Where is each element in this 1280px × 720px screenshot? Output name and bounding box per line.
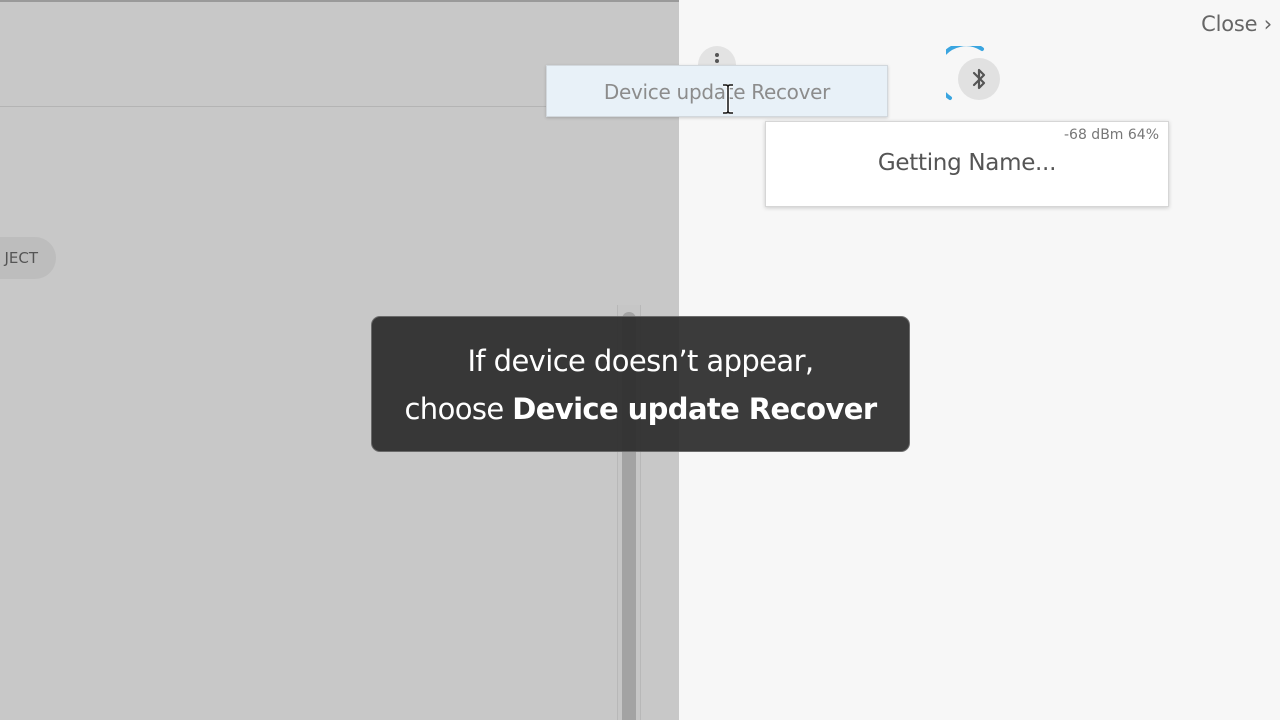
screen: JECT Close › -68 dBm 64% Getting Name...… — [0, 0, 1280, 720]
text-cursor-icon — [723, 84, 733, 114]
top-border — [0, 0, 679, 2]
project-button[interactable]: JECT — [0, 237, 56, 279]
caption-emphasis: Device update Recover — [512, 392, 877, 426]
bluetooth-icon — [958, 58, 1000, 100]
device-update-recover-menu-item[interactable]: Device update Recover — [546, 65, 888, 117]
caption-line-2: choose Device update Recover — [372, 385, 909, 433]
device-card[interactable]: -68 dBm 64% Getting Name... — [765, 121, 1169, 207]
device-name: Getting Name... — [877, 150, 1057, 176]
bluetooth-scan-spinner — [946, 46, 1000, 100]
caption-line-1: If device doesn’t appear, — [467, 344, 814, 378]
tutorial-caption: If device doesn’t appear, choose Device … — [371, 316, 910, 452]
caption-prefix: choose — [404, 392, 513, 426]
close-button[interactable]: Close › — [1201, 12, 1272, 36]
signal-strength: -68 dBm 64% — [1063, 127, 1159, 143]
